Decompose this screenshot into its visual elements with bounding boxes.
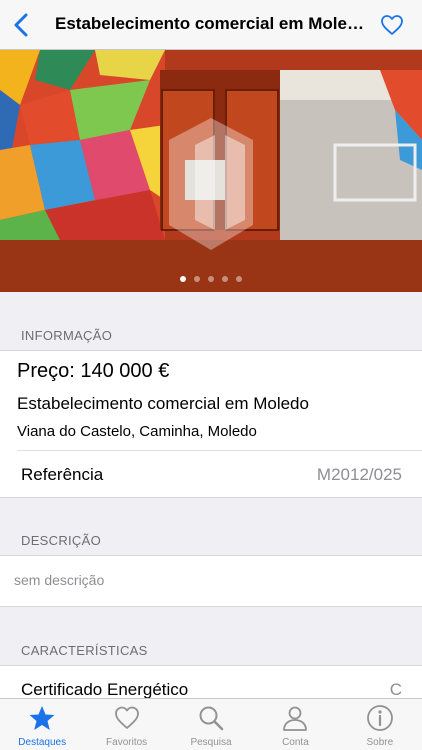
reference-value: M2012/025 (316, 465, 402, 484)
divider (17, 450, 422, 451)
tab-label: Destaques (18, 737, 67, 748)
features-section-header: CARACTERÍSTICAS (21, 643, 148, 658)
info-icon (366, 705, 393, 731)
page-dot[interactable] (208, 276, 214, 282)
page-dot[interactable] (236, 276, 242, 282)
tab-favoritos[interactable]: Favoritos (84, 699, 168, 750)
page-title: Estabelecimento comercial em Moledo (55, 14, 367, 33)
search-icon (199, 706, 224, 731)
tab-sobre[interactable]: Sobre (338, 699, 422, 750)
property-location: Viana do Castelo, Caminha, Moledo (17, 423, 257, 440)
info-section-header: INFORMAÇÃO (21, 328, 113, 343)
tab-pesquisa[interactable]: Pesquisa (169, 699, 253, 750)
property-title: Estabelecimento comercial em Moledo (17, 394, 309, 413)
heart-icon (114, 706, 139, 729)
page-dot[interactable] (194, 276, 200, 282)
energy-certificate-value: C (389, 680, 402, 699)
page-dot[interactable] (222, 276, 228, 282)
property-photo (0, 50, 422, 292)
reference-label: Referência (21, 465, 104, 484)
price-label: Preço: 140 000 € (17, 360, 170, 382)
chevron-left-icon[interactable] (8, 10, 38, 40)
tab-bar: Destaques Favoritos Pesquisa Conta Sobre (0, 698, 422, 750)
description-section-header: DESCRIÇÃO (21, 533, 101, 548)
photo-gallery[interactable] (0, 50, 422, 292)
tab-label: Pesquisa (190, 737, 232, 748)
heart-outline-icon[interactable] (380, 14, 404, 36)
navigation-bar: Estabelecimento comercial em Moledo (0, 0, 422, 50)
description-text: sem descrição (14, 572, 105, 588)
energy-certificate-label: Certificado Energético (21, 680, 189, 699)
tab-label: Conta (282, 737, 309, 748)
tab-conta[interactable]: Conta (253, 699, 337, 750)
page-dot[interactable] (180, 276, 186, 282)
page-indicator[interactable] (0, 269, 422, 287)
person-icon (283, 706, 308, 731)
star-icon (29, 706, 55, 730)
tab-destaques[interactable]: Destaques (0, 699, 84, 750)
tab-label: Favoritos (106, 737, 148, 748)
tab-label: Sobre (366, 737, 394, 748)
